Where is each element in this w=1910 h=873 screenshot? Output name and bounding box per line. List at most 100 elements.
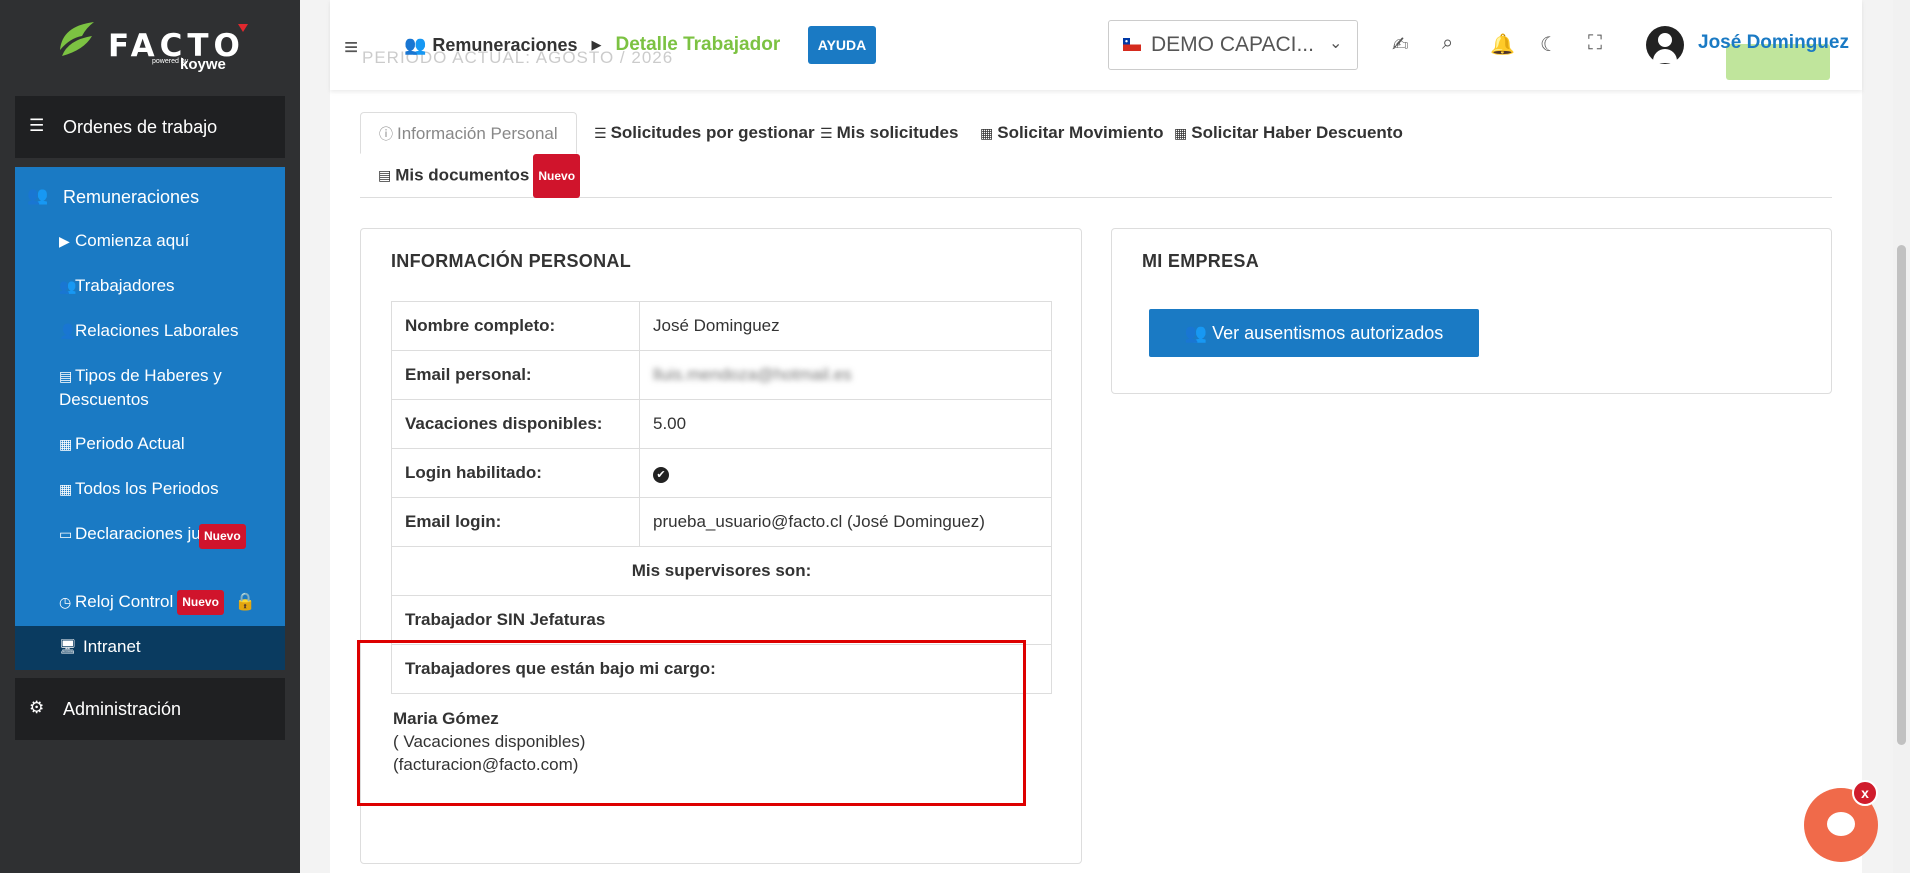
sidebar-item-label: Tipos de Haberes y Descuentos [59,366,222,409]
table-row: Vacaciones disponibles: 5.00 [391,399,1052,449]
tab-bar: ⓘ Información Personal ☰ Solicitudes por g… [360,112,1832,198]
sidebar-section-remuneraciones: 👥 Remuneraciones ▶ Comienza aquí 👥Trabaja… [15,167,285,670]
row-value: 5.00 [639,399,1052,449]
calendar-icon: ▦ [59,436,73,452]
file-icon: ▤ [378,167,392,184]
scrollbar[interactable] [1893,0,1910,873]
facto-leaf-icon [60,22,94,56]
company-name: DEMO CAPACI... [1151,33,1314,56]
breadcrumb-current: Detalle Trabajador [615,34,781,55]
user-group-icon: 👤 [59,323,77,339]
clock-icon: ◷ [59,594,72,610]
sidebar-item-label: Reloj Control [75,592,174,611]
play-icon: ▶ [59,233,70,249]
sidebar-item-intranet[interactable]: 🖥 Intranet [15,626,285,670]
tab-informacion-personal[interactable]: ⓘ Información Personal [360,112,577,154]
ver-ausentismos-button[interactable]: 👥 Ver ausentismos autorizados [1149,309,1479,357]
sidebar-item-label: Trabajadores [75,276,175,295]
file-icon: ▤ [59,368,73,384]
fullscreen-icon[interactable]: ⛶ [1588,32,1602,55]
hamburger-menu-icon[interactable]: ≡ [344,34,358,62]
new-badge: Nuevo [177,590,224,616]
sidebar-item-relaciones[interactable]: 👤Relaciones Laborales [59,319,239,343]
sidebar-item-administracion[interactable]: ⚙ Administración [15,678,285,740]
scrollbar-thumb[interactable] [1897,245,1906,745]
tab-solicitar-haber[interactable]: ▦ Solicitar Haber Descuento [1156,112,1421,154]
tab-mis-documentos[interactable]: ▤ Mis documentos Nuevo [360,154,598,198]
new-badge: Nuevo [199,524,246,549]
supervisors-value: Trabajador SIN Jefaturas [391,595,1052,645]
sidebar-item-comienza[interactable]: ▶ Comienza aquí [59,229,189,253]
bell-icon[interactable]: 🔔 [1490,32,1515,57]
chat-widget-button[interactable]: x [1804,780,1878,862]
row-label: Vacaciones disponibles: [391,399,640,449]
logo-accent-icon [238,24,248,32]
logo-partner: koywe [180,56,226,73]
sidebar-item-label: Intranet [83,637,141,656]
sidebar-item-label: Ordenes de trabajo [63,117,218,137]
sidebar-item-todos-periodos[interactable]: ▦ Todos los Periodos [59,477,219,501]
main-content: PERIODO ACTUAL: AGOSTO / 2026 ≡ 👥 Remune… [330,0,1862,873]
users-icon: 👥 [1184,322,1208,343]
row-label: Email personal: [391,350,640,400]
company-selector[interactable]: DEMO CAPACI... ⌄ [1108,20,1358,70]
archive-icon: ▭ [59,526,73,542]
sidebar-item-label: Relaciones Laborales [75,321,239,340]
chat-close-button[interactable]: x [1852,780,1878,806]
sidebar-section-label[interactable]: Remuneraciones [63,187,199,208]
tab-mis-solicitudes[interactable]: ☰ Mis solicitudes [802,112,976,154]
breadcrumb: 👥 Remuneraciones ▶ Detalle Trabajador [404,34,780,56]
list-check-icon: ☰ [594,125,607,141]
search-icon[interactable]: ⌕ [1442,32,1453,55]
table-row: Nombre completo: José Dominguez [391,301,1052,351]
table-row: Login habilitado: ✔ [391,448,1052,498]
intranet-icon: 🖥 [59,638,77,654]
sidebar-item-trabajadores[interactable]: 👥Trabajadores [59,274,175,298]
sidebar-item-periodo-actual[interactable]: ▦ Periodo Actual [59,432,185,456]
personal-info-table: Nombre completo: José Dominguez Email pe… [391,301,1052,694]
sidebar-item-label: Administración [63,699,182,719]
breadcrumb-parent[interactable]: Remuneraciones [432,35,577,56]
gears-icon: ⚙ [29,698,45,717]
row-value: lluis.mendoza@hotmail.es [639,350,1052,400]
mi-empresa-card: MI EMPRESA 👥 Ver ausentismos autorizados [1111,228,1832,394]
users-icon: 👥 [59,278,77,294]
personal-info-card: INFORMACIÓN PERSONAL Nombre completo: Jo… [357,228,1082,864]
tab-label: Mis documentos [395,165,530,185]
row-value: José Dominguez [639,301,1052,351]
blurred-email: lluis.mendoza@hotmail.es [653,365,852,384]
calendar-icon: ▦ [980,125,994,141]
sidebar-item-tipos-haberes[interactable]: ▤ Tipos de Haberes y Descuentos [59,364,259,411]
button-label: Ver ausentismos autorizados [1212,322,1444,343]
tab-solicitar-movimiento[interactable]: ▦ Solicitar Movimiento [962,112,1181,154]
facto-logo[interactable]: FACTO powered by koywe [52,16,252,76]
calendar-grid-icon: ▦ [59,481,73,497]
help-button[interactable]: AYUDA [808,26,876,64]
sidebar-item-reloj[interactable]: ◷ Reloj Control Nuevo 🔒 [59,590,285,616]
sidebar-item-ordenes[interactable]: ☰ Ordenes de trabajo [15,96,285,158]
card-title: MI EMPRESA [1142,251,1260,271]
tab-solicitudes-gestionar[interactable]: ☰ Solicitudes por gestionar [576,112,833,154]
table-row: Trabajador SIN Jefaturas [391,595,1052,645]
chile-flag-icon [1123,38,1141,51]
sidebar-item-declaraciones[interactable]: ▭ Declaraciones juradas Nuevo [59,522,269,549]
table-row: Email personal: lluis.mendoza@hotmail.es [391,350,1052,400]
moon-icon[interactable]: ☾ [1540,32,1558,57]
user-name[interactable]: José Dominguez [1698,32,1849,54]
supervisors-header: Mis supervisores son: [391,546,1052,596]
chat-bubble-icon [1827,812,1855,836]
signature-icon[interactable]: ✍ [1392,32,1409,57]
lock-icon: 🔒 [234,592,256,611]
avatar[interactable] [1646,26,1684,64]
tab-label: Solicitudes por gestionar [610,123,815,142]
tab-label: Solicitar Haber Descuento [1191,123,1403,142]
sidebar-item-label: Todos los Periodos [75,479,219,498]
users-icon: 👥 [27,186,49,205]
list-check-icon: ☰ [29,116,45,135]
row-label: Email login: [391,497,640,547]
info-icon: ⓘ [379,126,393,142]
row-label: Login habilitado: [391,448,640,498]
highlight-box [357,640,1026,806]
sidebar-item-label: Comienza aquí [75,231,190,250]
sidebar: FACTO powered by koywe ☰ Ordenes de trab… [0,0,300,873]
